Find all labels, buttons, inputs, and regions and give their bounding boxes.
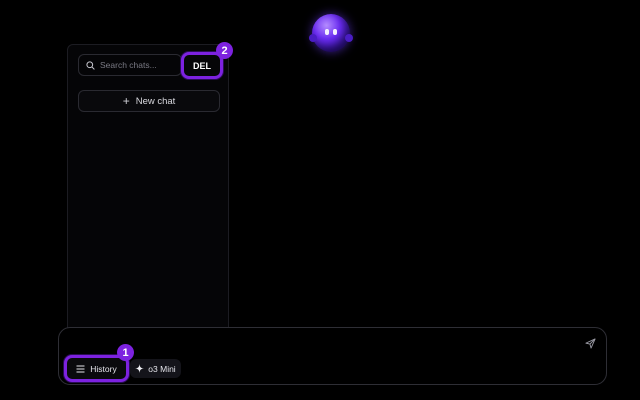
app-stage: DEL + New chat 2 History o3 Mini 1 xyxy=(0,0,640,400)
model-selector-button[interactable]: o3 Mini xyxy=(130,359,181,378)
new-chat-label: New chat xyxy=(135,95,176,107)
annotation-badge-1: 1 xyxy=(117,344,134,361)
mascot-avatar-icon xyxy=(309,14,353,52)
sparkle-icon xyxy=(135,364,145,373)
plus-icon: + xyxy=(122,94,130,108)
mascot-left-eye xyxy=(325,29,329,35)
delete-button[interactable]: DEL xyxy=(181,52,223,79)
search-icon xyxy=(86,60,95,70)
mascot-left-arm xyxy=(309,34,317,42)
search-box[interactable] xyxy=(78,54,182,76)
chat-history-sidebar: DEL + New chat xyxy=(67,44,229,355)
search-input[interactable] xyxy=(100,60,176,70)
model-label: o3 Mini xyxy=(148,363,176,374)
mascot-right-eye xyxy=(333,29,337,35)
history-label: History xyxy=(90,363,117,374)
mascot-right-arm xyxy=(345,34,353,42)
new-chat-button[interactable]: + New chat xyxy=(78,90,220,112)
annotation-badge-2: 2 xyxy=(216,42,233,59)
menu-icon xyxy=(76,365,85,372)
send-icon[interactable] xyxy=(585,338,596,349)
